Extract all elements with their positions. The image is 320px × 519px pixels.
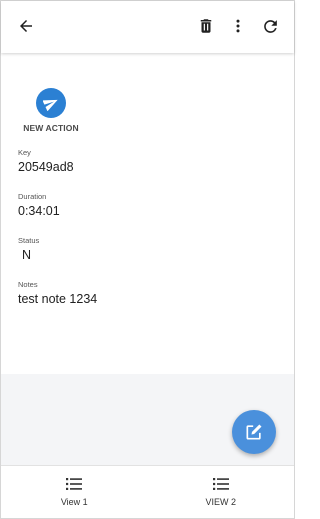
- trash-icon: [200, 19, 212, 33]
- field-notes-label: Notes: [18, 280, 38, 289]
- top-app-bar: [1, 1, 294, 53]
- new-action-label: NEW ACTION: [23, 123, 79, 133]
- field-status-label: Status: [18, 236, 40, 245]
- tab-view-2[interactable]: VIEW 2: [148, 466, 295, 518]
- field-duration-value: 0:34:01: [18, 204, 60, 218]
- new-action-button[interactable]: NEW ACTION: [19, 88, 83, 133]
- back-button[interactable]: [13, 13, 39, 39]
- arrow-back-icon: [20, 20, 32, 32]
- edit-icon: [246, 424, 262, 440]
- field-notes: Notes test note 1234: [18, 280, 97, 306]
- list-icon: [212, 478, 229, 490]
- refresh-icon: [263, 19, 277, 33]
- delete-button[interactable]: [193, 13, 219, 39]
- field-status-value: N: [22, 248, 32, 262]
- refresh-button[interactable]: [257, 13, 283, 39]
- paper-plane-icon: [43, 99, 58, 111]
- field-key-label: Key: [18, 148, 31, 157]
- field-status: Status N: [18, 236, 39, 262]
- edit-fab-button[interactable]: [232, 410, 276, 454]
- detail-content: NEW ACTION Key 20549ad8 Duration 0:34:01…: [1, 54, 294, 374]
- field-key-value: 20549ad8: [18, 160, 74, 174]
- bottom-navigation: View 1 VIEW 2: [1, 465, 294, 518]
- field-notes-value: test note 1234: [18, 292, 98, 306]
- more-options-button[interactable]: [225, 13, 251, 39]
- list-icon: [66, 478, 83, 490]
- new-action-icon-circle: [36, 88, 66, 118]
- tab-view-1[interactable]: View 1: [1, 466, 148, 518]
- tab-view-2-label: VIEW 2: [205, 497, 236, 507]
- tab-view-1-label: View 1: [60, 497, 88, 507]
- field-duration: Duration 0:34:01: [18, 192, 60, 218]
- field-key: Key 20549ad8: [18, 148, 74, 174]
- field-duration-label: Duration: [18, 192, 47, 201]
- more-vertical-icon: [236, 19, 240, 33]
